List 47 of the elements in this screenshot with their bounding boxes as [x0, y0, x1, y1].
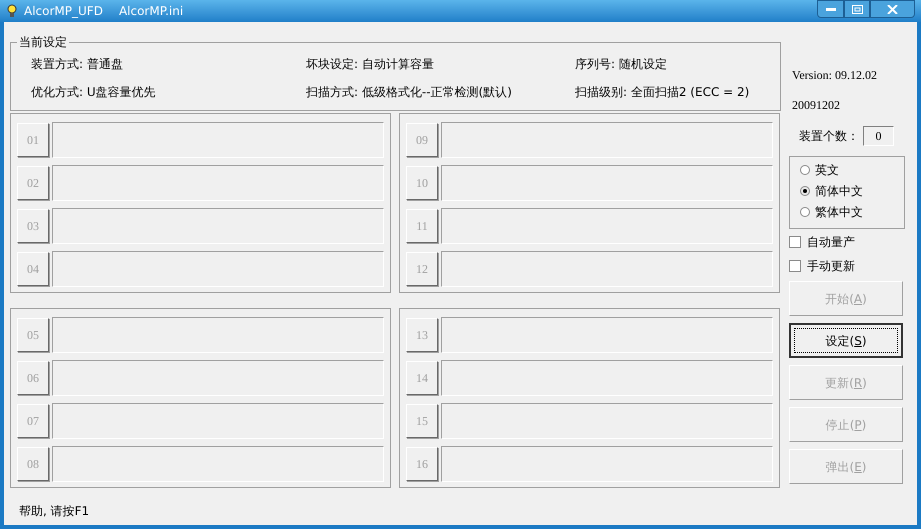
close-icon: [887, 4, 898, 14]
setting-text: 序列号: 随机设定: [575, 56, 668, 73]
minimize-button[interactable]: [817, 0, 844, 18]
port-button[interactable]: 12: [406, 252, 438, 286]
action-button: 弹出(E): [789, 449, 903, 484]
port-button[interactable]: 15: [406, 404, 438, 438]
close-button[interactable]: [870, 0, 915, 18]
port-button[interactable]: 02: [17, 166, 49, 200]
port-button[interactable]: 05: [17, 318, 49, 352]
port-button[interactable]: 06: [17, 360, 49, 394]
version-text: Version: 09.12.02: [792, 67, 878, 84]
option-checkbox[interactable]: 手动更新: [789, 257, 905, 275]
maximize-button[interactable]: [844, 0, 870, 18]
port-button[interactable]: 11: [406, 208, 438, 242]
port-button[interactable]: 04: [17, 252, 49, 286]
minimize-icon: [826, 8, 836, 10]
port-button[interactable]: 03: [17, 208, 49, 242]
port-button[interactable]: 14: [406, 360, 438, 394]
language-radio[interactable]: 繁体中文: [800, 203, 904, 220]
action-button: 开始(A): [789, 281, 903, 316]
action-button: 更新(R): [789, 365, 903, 400]
port-button[interactable]: 10: [406, 166, 438, 200]
device-count-field[interactable]: 0: [863, 126, 894, 146]
setting-text: 坏块设定: 自动计算容量: [306, 56, 435, 73]
group-title: 当前设定: [18, 34, 68, 51]
port-button[interactable]: 01: [17, 122, 49, 156]
status-text: 帮助, 请按F1: [19, 504, 90, 518]
window-title: AlcorMP_UFD: [24, 3, 103, 20]
port-button[interactable]: 07: [17, 404, 49, 438]
port-button[interactable]: 08: [17, 446, 49, 480]
setting-text: 装置方式: 普通盘: [31, 56, 124, 73]
build-text: 20091202: [792, 97, 841, 114]
maximize-icon: [852, 4, 862, 14]
port-button[interactable]: 16: [406, 446, 438, 480]
setting-text: 扫描方式: 低级格式化--正常检测(默认): [306, 84, 513, 101]
option-checkbox[interactable]: 自动量产: [789, 233, 905, 251]
action-button[interactable]: 设定(S): [789, 323, 903, 358]
setting-text: 扫描级别: 全面扫描2 (ECC = 2): [575, 84, 750, 101]
device-count-label: 装置个数：: [799, 128, 859, 145]
lightbulb-icon: [6, 4, 18, 18]
port-button[interactable]: 09: [406, 122, 438, 156]
window-subtitle: AlcorMP.ini: [118, 3, 184, 20]
action-button: 停止(P): [789, 407, 903, 442]
setting-text: 优化方式: U盘容量优先: [31, 84, 157, 101]
port-button[interactable]: 13: [406, 318, 438, 352]
language-radio[interactable]: 英文: [800, 161, 904, 178]
language-radio[interactable]: 简体中文: [800, 182, 904, 199]
